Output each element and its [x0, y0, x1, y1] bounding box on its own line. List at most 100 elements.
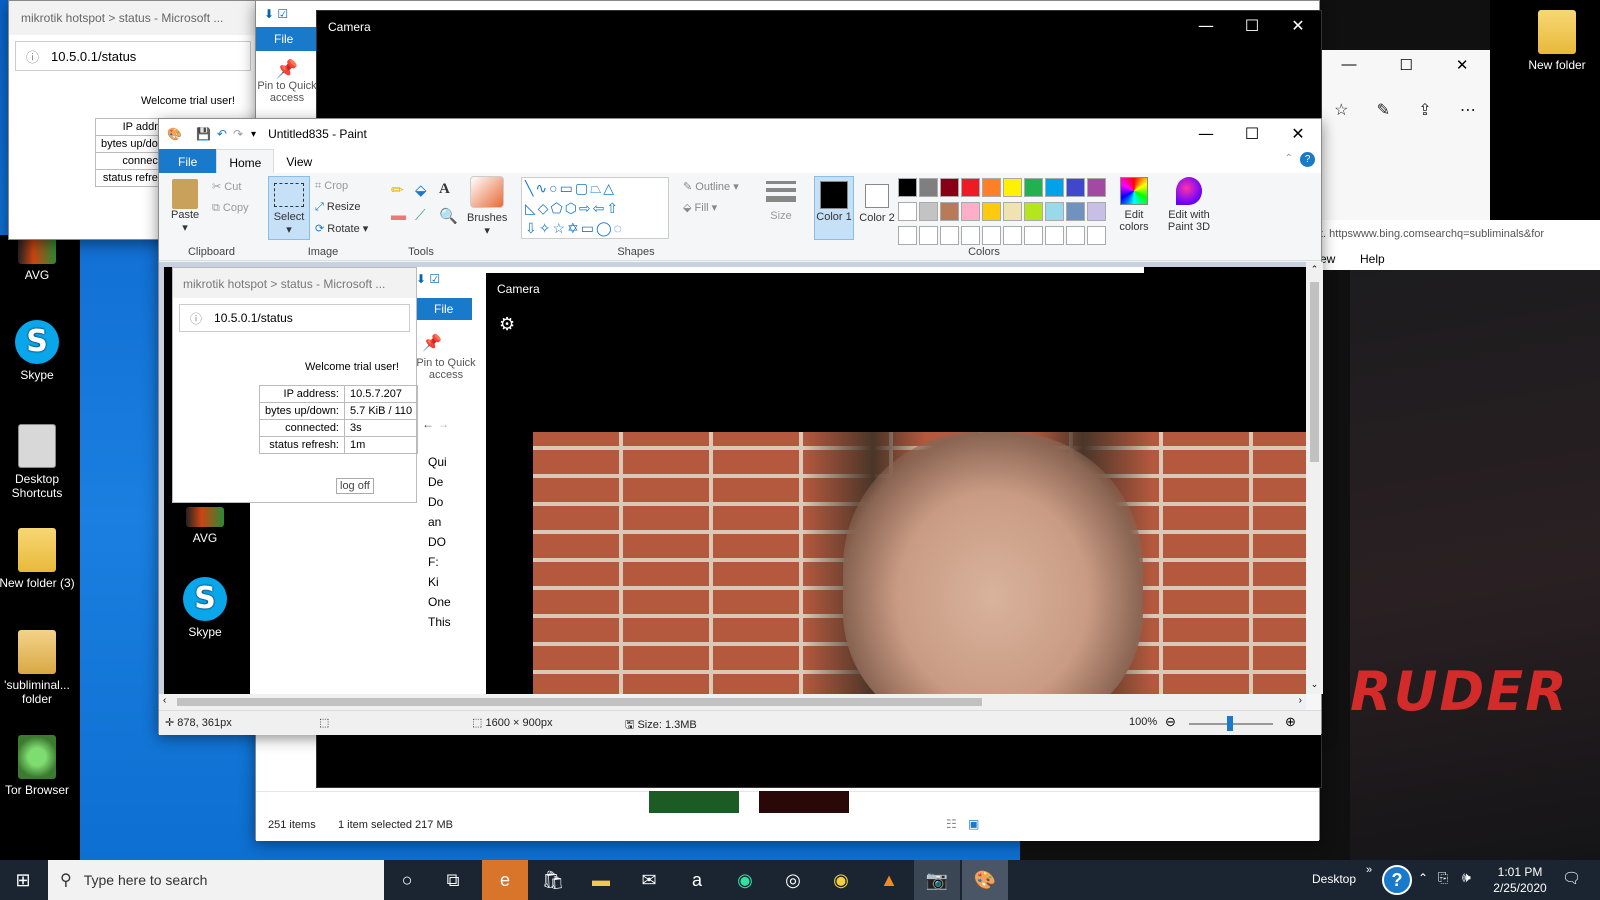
desktop-icon-new-folder-3[interactable]: New folder (3) — [0, 528, 76, 590]
scrollbar-thumb[interactable] — [1310, 282, 1319, 462]
redo-icon[interactable]: ↷ — [233, 127, 243, 141]
text-icon[interactable]: A — [439, 181, 463, 199]
start-button[interactable]: ⊞ — [0, 860, 46, 900]
palette-swatch[interactable] — [940, 202, 959, 221]
notifications-icon[interactable]: 🗨 — [1562, 869, 1581, 887]
edge-address-bar[interactable]: ⓘ 10.5.0.1/status — [15, 41, 251, 71]
zoom-out-icon[interactable]: ⊖ — [1165, 714, 1176, 730]
brushes-button[interactable]: Brushes ▾ — [467, 176, 507, 237]
palette-swatch[interactable] — [898, 178, 917, 197]
cut-button[interactable]: ✂ Cut — [212, 180, 241, 193]
maximize-icon[interactable]: ☐ — [1399, 56, 1412, 74]
palette-swatch[interactable] — [982, 202, 1001, 221]
palette-swatch[interactable] — [1003, 178, 1022, 197]
help-icon[interactable]: ? — [1300, 152, 1315, 167]
palette-swatch[interactable] — [961, 226, 980, 245]
amazon-taskbar-button[interactable]: a — [674, 860, 720, 900]
favorites-icon[interactable]: ☆ — [1334, 100, 1348, 120]
paste-button[interactable]: Paste ▾ — [171, 179, 199, 234]
palette-swatch[interactable] — [940, 178, 959, 197]
palette-swatch[interactable] — [919, 226, 938, 245]
scroll-left-icon[interactable]: ‹ — [163, 695, 166, 706]
palette-swatch[interactable] — [961, 202, 980, 221]
share-icon[interactable]: ⇪ — [1418, 100, 1431, 120]
palette-swatch[interactable] — [1045, 202, 1064, 221]
desktop-icon-skype[interactable]: S Skype — [0, 320, 76, 382]
scroll-right-icon[interactable]: › — [1299, 695, 1302, 706]
clock[interactable]: 1:01 PM 2/25/2020 — [1488, 864, 1552, 896]
select-button[interactable]: Select ▾ — [268, 176, 310, 240]
outline-button[interactable]: ✎ Outline ▾ — [683, 180, 739, 193]
thumbnail-2[interactable] — [759, 791, 849, 813]
tab-view[interactable]: View — [274, 149, 324, 173]
rotate-button[interactable]: ⟳ Rotate ▾ — [315, 222, 368, 235]
explorer-taskbar-button[interactable]: ▬ — [578, 860, 624, 900]
edge-taskbar-button[interactable]: e — [482, 860, 528, 900]
scroll-up-icon[interactable]: ⌃ — [1306, 264, 1323, 275]
eraser-icon[interactable]: ▬ — [391, 207, 415, 225]
resize-button[interactable]: ⤢ Resize — [315, 201, 361, 214]
close-icon[interactable]: ✕ — [1275, 11, 1321, 41]
close-icon[interactable]: ✕ — [1275, 119, 1321, 149]
qat-dropdown-icon[interactable]: ▾ — [251, 129, 256, 140]
desktop-icon-subliminal-folder[interactable]: 'subliminal... folder — [0, 630, 76, 706]
paint-canvas[interactable]: ⬇ ☑ File 📌 Pin to Quick access ← → Qui De… — [164, 267, 1306, 694]
volume-icon[interactable]: 🕪 — [1462, 869, 1471, 886]
pen-icon[interactable]: ✎ — [1377, 100, 1390, 120]
palette-swatch[interactable] — [940, 226, 959, 245]
palette-swatch[interactable] — [1045, 226, 1064, 245]
palette-swatch[interactable] — [898, 202, 917, 221]
network-icon[interactable]: ⎘ — [1438, 870, 1448, 886]
tab-home[interactable]: Home — [216, 149, 275, 173]
size-button[interactable]: Size — [763, 177, 799, 222]
palette-swatch[interactable] — [982, 178, 1001, 197]
color-picker-icon[interactable]: ⟋ — [415, 207, 439, 225]
palette-swatch[interactable] — [1066, 226, 1085, 245]
palette-swatch[interactable] — [1087, 226, 1106, 245]
crop-button[interactable]: ⌗ Crop — [315, 180, 348, 193]
edit-colors-button[interactable]: Edit colors — [1111, 177, 1157, 233]
explorer-file-tab[interactable]: File — [256, 27, 318, 51]
desktop-toolbar-label[interactable]: Desktop — [1312, 872, 1356, 886]
maximize-icon[interactable]: ☐ — [1229, 119, 1275, 149]
minimize-icon[interactable]: — — [1183, 119, 1229, 149]
copy-button[interactable]: ⧉ Copy — [212, 202, 249, 215]
more-icon[interactable]: ⋯ — [1460, 100, 1476, 120]
minimize-icon[interactable]: — — [1183, 11, 1229, 41]
palette-swatch[interactable] — [1045, 178, 1064, 197]
collapse-ribbon-icon[interactable]: ⌃ — [1285, 153, 1293, 164]
desktop-icon-avg[interactable]: AVG — [0, 238, 76, 282]
magnifier-icon[interactable]: 🔍 — [439, 207, 463, 225]
palette-swatch[interactable] — [1087, 202, 1106, 221]
store-taskbar-button[interactable]: 🛍 — [530, 860, 576, 900]
show-hidden-icons-icon[interactable]: ⌃ — [1418, 871, 1428, 885]
search-box[interactable]: ⚲ Type here to search — [48, 860, 384, 900]
desktop-icon-new-folder[interactable]: New folder — [1518, 10, 1596, 72]
save-icon[interactable]: 💾 — [196, 127, 211, 141]
palette-swatch[interactable] — [919, 202, 938, 221]
edit-with-paint-3d-button[interactable]: Edit with Paint 3D — [1161, 177, 1217, 233]
h-scrollbar-thumb[interactable] — [177, 698, 982, 706]
palette-swatch[interactable] — [961, 178, 980, 197]
fill-button[interactable]: ⬙ Fill ▾ — [683, 201, 717, 214]
desktop-icon-tor-browser[interactable]: Tor Browser — [0, 735, 76, 797]
palette-swatch[interactable] — [898, 226, 917, 245]
tripadvisor-taskbar-button[interactable]: ◉ — [722, 860, 768, 900]
task-view-button[interactable]: ⧉ — [430, 860, 476, 900]
app-taskbar-button-1[interactable]: ◎ — [770, 860, 816, 900]
app-taskbar-button-2[interactable]: ◉ — [818, 860, 864, 900]
palette-swatch[interactable] — [1003, 226, 1022, 245]
palette-swatch[interactable] — [1024, 202, 1043, 221]
edge-window-right[interactable]: — ☐ ✕ ☆ ✎ ⇪ ⋯ — [1320, 50, 1490, 220]
close-icon[interactable]: ✕ — [1456, 56, 1469, 74]
edge-tab-title[interactable]: mikrotik hotspot > status - Microsoft ..… — [9, 1, 257, 35]
toolbar-expand-icon[interactable]: » — [1366, 864, 1372, 876]
desktop-icon-shortcuts[interactable]: Desktop Shortcuts — [0, 424, 76, 500]
fill-bucket-icon[interactable]: ⬙ — [415, 181, 439, 199]
zoom-in-icon[interactable]: ⊕ — [1285, 714, 1296, 730]
color-1-button[interactable]: Color 1 — [814, 176, 854, 240]
palette-swatch[interactable] — [1024, 226, 1043, 245]
palette-swatch[interactable] — [1003, 202, 1022, 221]
cortana-button[interactable]: ○ — [384, 860, 430, 900]
paint-canvas-area[interactable]: ⬇ ☑ File 📌 Pin to Quick access ← → Qui De… — [159, 262, 1323, 694]
